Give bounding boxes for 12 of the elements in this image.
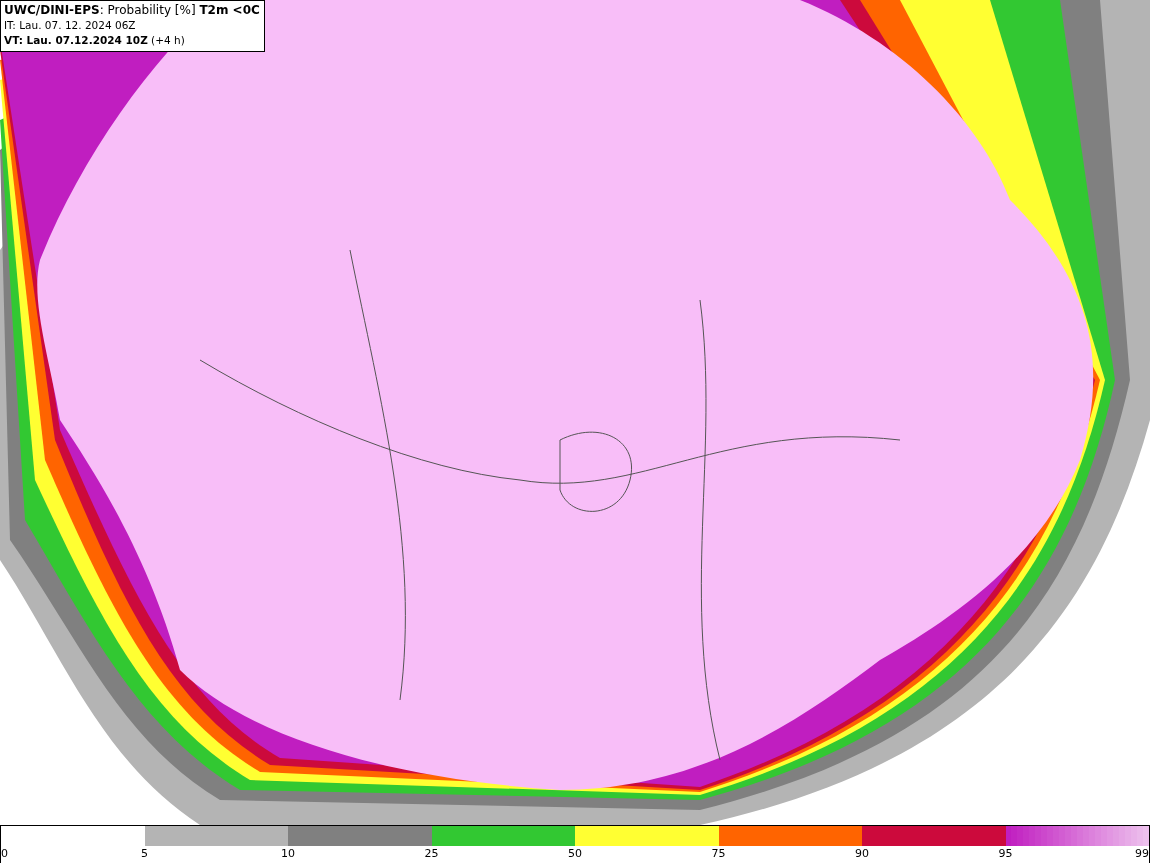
legend-tick-label: 75 [711, 847, 726, 860]
init-time-text: IT: Lau. 07. 12. 2024 06Z [4, 18, 137, 33]
legend-tick-label: 0 [1, 847, 8, 860]
legend-tick-label: 5 [141, 847, 148, 860]
valid-time-text: VT: Lau. 07.12.2024 10Z (+4 h) [4, 33, 186, 48]
legend-tick-label: 50 [568, 847, 582, 860]
chart-title: UWC/DINI-EPS: Probability [%] T2m <0C [4, 3, 260, 18]
legend-tick-label: 95 [998, 847, 1013, 860]
legend-tick-label: 99 [1135, 847, 1149, 860]
legend-tick-label: 10 [281, 847, 295, 860]
legend-tick-label: 25 [424, 847, 439, 860]
legend-tick-label: 90 [855, 847, 869, 860]
